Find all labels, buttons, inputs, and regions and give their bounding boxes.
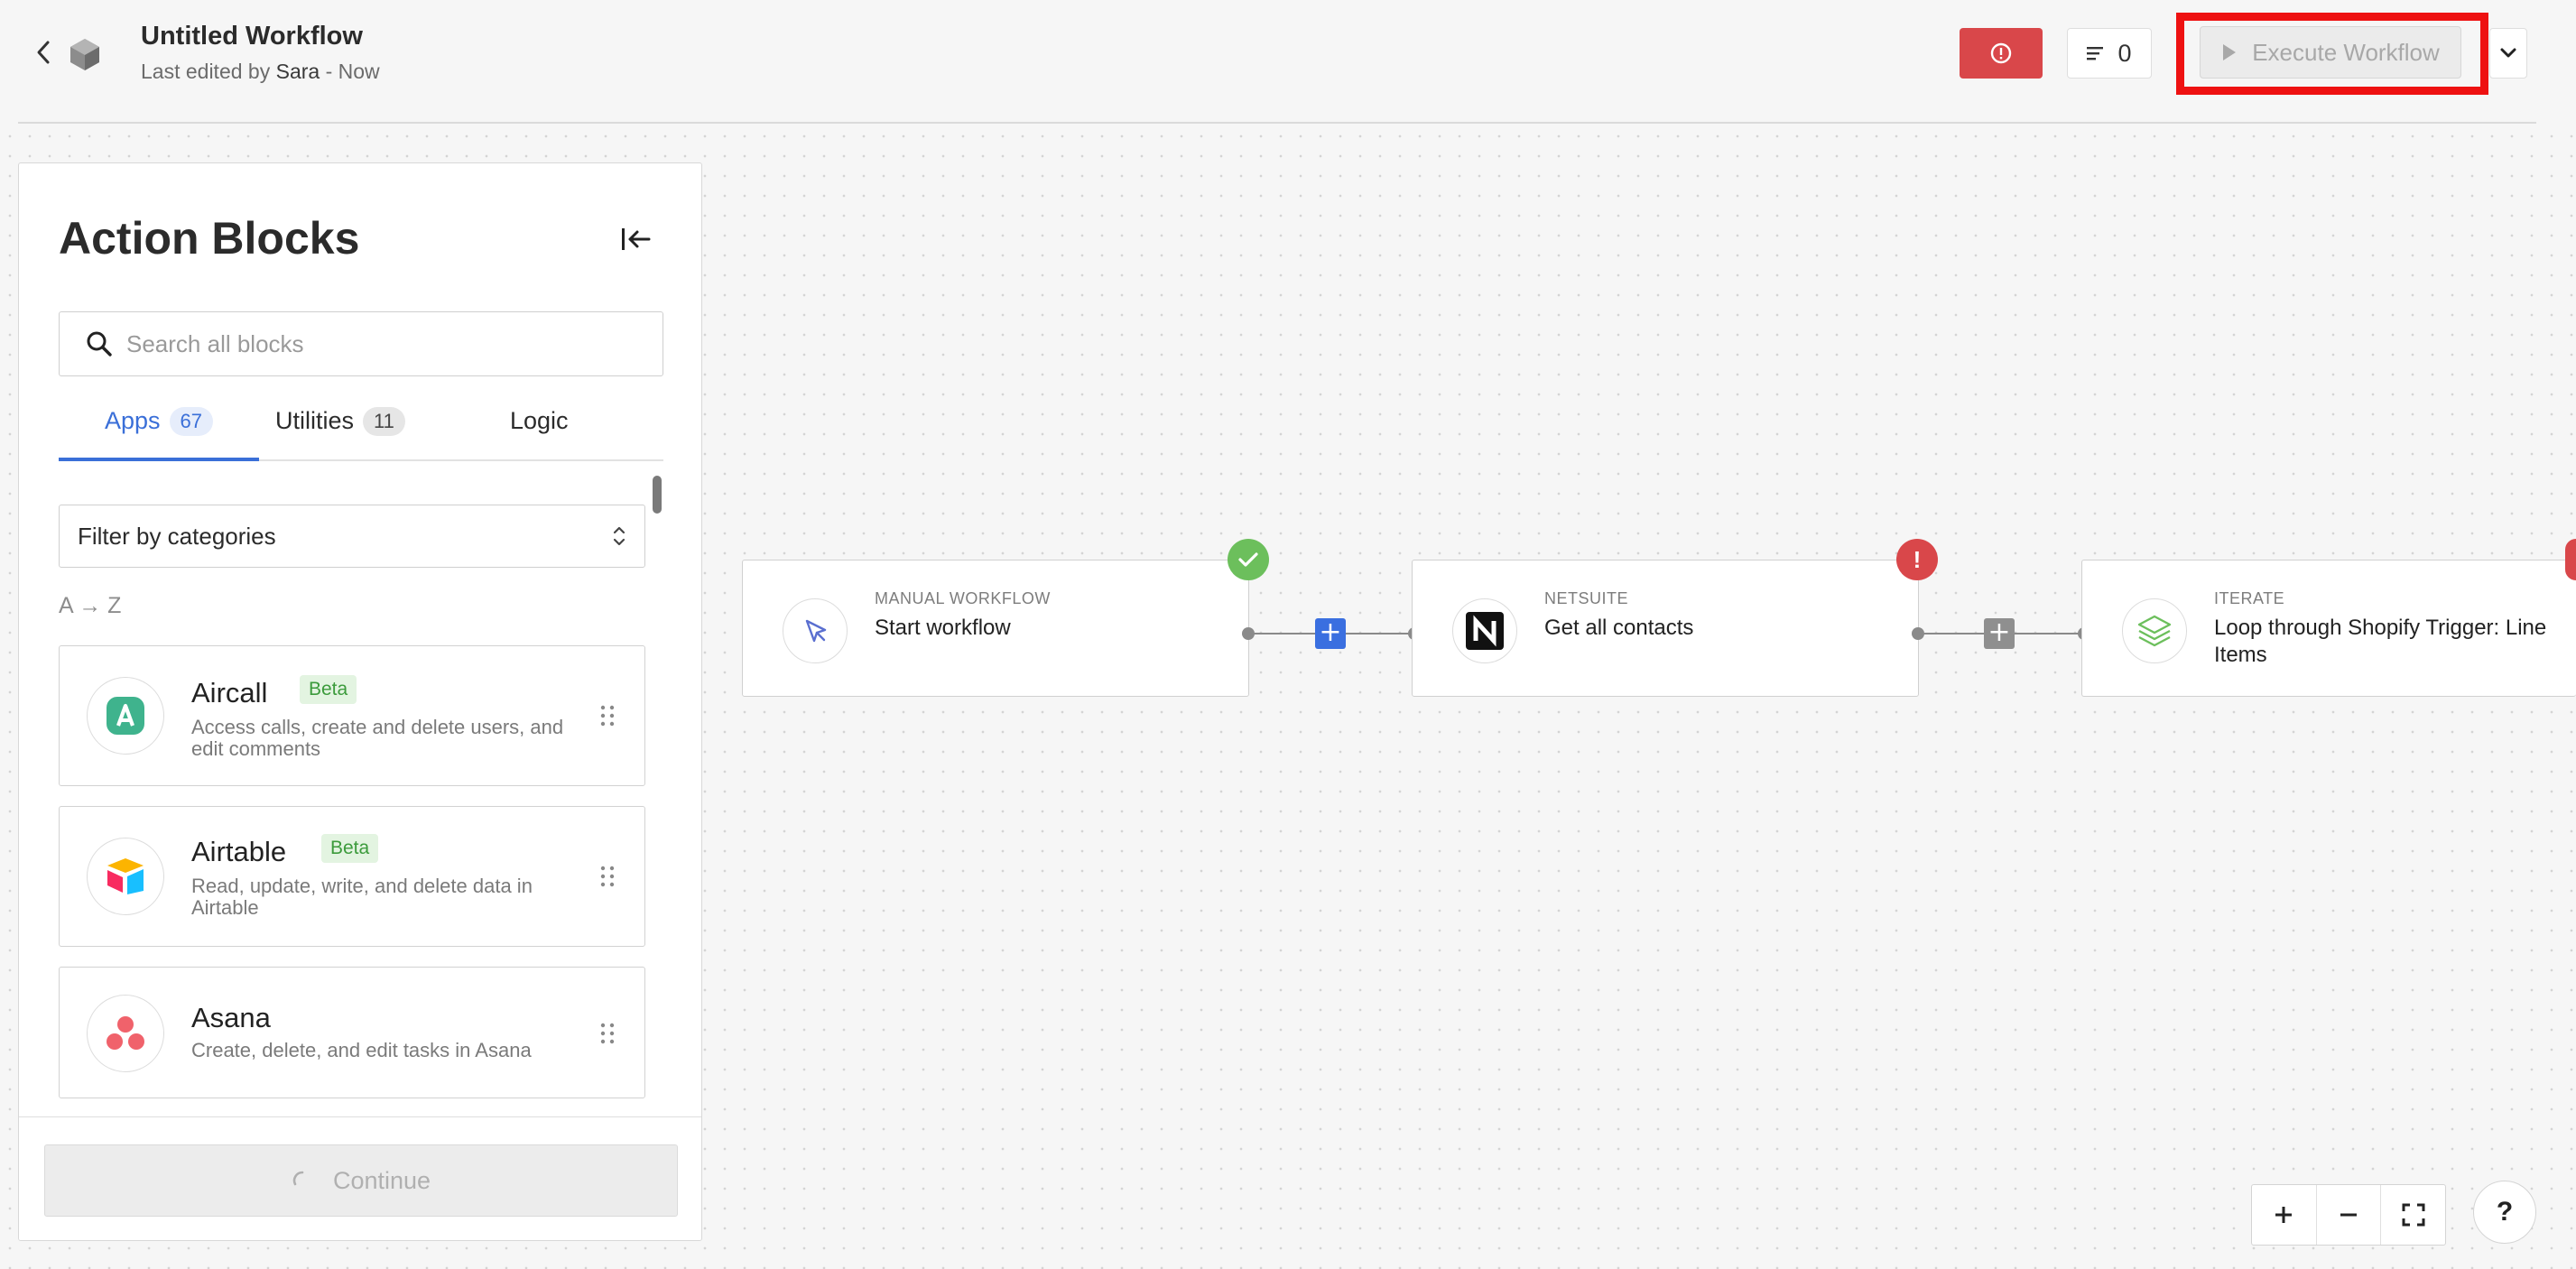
- execute-options-dropdown[interactable]: [2489, 28, 2527, 79]
- back-button[interactable]: [27, 34, 60, 70]
- zoom-in-button[interactable]: [2252, 1185, 2317, 1245]
- app-card-asana[interactable]: Asana Create, delete, and edit tasks in …: [59, 967, 645, 1098]
- app-card-airtable[interactable]: Airtable Beta Read, update, write, and d…: [59, 806, 645, 947]
- execute-workflow-button[interactable]: Execute Workflow: [2200, 26, 2461, 79]
- app-name: Aircall: [191, 677, 268, 709]
- error-symbol: !: [1913, 545, 1922, 573]
- node-error-badge-partial: [2565, 539, 2576, 580]
- layers-icon: [2122, 598, 2187, 663]
- help-label: ?: [2496, 1197, 2514, 1227]
- app-name: Asana: [191, 1002, 271, 1033]
- workflow-title[interactable]: Untitled Workflow: [141, 22, 363, 51]
- node-type: MANUAL WORKFLOW: [875, 589, 1051, 607]
- drag-handle-icon[interactable]: [599, 865, 616, 888]
- search-input[interactable]: [114, 312, 663, 375]
- asana-icon: [87, 995, 164, 1072]
- minus-icon: [2340, 1213, 2357, 1217]
- header-divider: [18, 122, 2536, 124]
- run-log-count: 0: [2117, 39, 2132, 67]
- netsuite-icon: [1452, 598, 1517, 663]
- fit-view-button[interactable]: [2381, 1185, 2445, 1245]
- node-success-badge: [1228, 539, 1269, 580]
- last-edited-time: - Now: [320, 60, 380, 83]
- last-edited-prefix: Last edited by: [141, 60, 276, 83]
- list-scrollbar[interactable]: [653, 476, 662, 514]
- beta-badge: Beta: [321, 834, 379, 863]
- help-button[interactable]: ?: [2473, 1181, 2536, 1244]
- drag-handle-icon[interactable]: [599, 704, 616, 727]
- app-description: Read, update, write, and delete data in …: [191, 875, 533, 919]
- fullscreen-icon: [2402, 1203, 2425, 1227]
- zoom-out-button[interactable]: [2317, 1185, 2382, 1245]
- drag-handle-icon[interactable]: [599, 1022, 616, 1045]
- search-icon: [87, 331, 112, 357]
- node-error-badge: !: [1896, 539, 1938, 580]
- cursor-icon: [783, 598, 848, 663]
- sort-order-label[interactable]: A → Z: [59, 593, 121, 619]
- last-edited-info: Last edited by Sara - Now: [141, 60, 380, 84]
- top-bar: Untitled Workflow Last edited by Sara - …: [0, 0, 2576, 124]
- errors-button[interactable]: [1960, 28, 2043, 79]
- node-label: Start workflow: [875, 616, 1011, 640]
- node-iterate[interactable]: ITERATE Loop through Shopify Trigger: Li…: [2081, 560, 2576, 697]
- tab-apps[interactable]: Apps 67: [59, 407, 259, 461]
- panel-title: Action Blocks: [59, 213, 360, 264]
- app-name: Airtable: [191, 836, 287, 867]
- add-step-button[interactable]: +: [1315, 618, 1346, 649]
- execute-workflow-label: Execute Workflow: [2252, 38, 2440, 66]
- tab-apps-label: Apps: [104, 407, 161, 434]
- node-label: Get all contacts: [1544, 616, 1694, 640]
- panel-footer: Continue: [19, 1116, 701, 1240]
- app-description: Create, delete, and edit tasks in Asana: [191, 1039, 532, 1061]
- category-filter-value: Filter by categories: [78, 522, 276, 550]
- alert-circle-icon: [1990, 42, 2012, 64]
- tab-utilities-label: Utilities: [275, 407, 355, 434]
- beta-badge: Beta: [300, 675, 357, 704]
- play-icon: [2223, 44, 2237, 60]
- category-filter-select[interactable]: Filter by categories: [59, 505, 645, 568]
- block-search[interactable]: [59, 311, 663, 376]
- tab-utilities[interactable]: Utilities 11: [275, 407, 405, 459]
- tab-logic-label: Logic: [510, 407, 569, 434]
- app-description: Access calls, create and delete users, a…: [191, 716, 564, 760]
- loading-spinner-icon: [292, 1171, 304, 1186]
- node-manual-workflow[interactable]: MANUAL WORKFLOW Start workflow: [742, 560, 1249, 697]
- check-icon: [1238, 552, 1258, 567]
- continue-button[interactable]: Continue: [44, 1144, 678, 1217]
- chevron-down-icon: [2500, 48, 2516, 58]
- plus-icon: [2275, 1207, 2293, 1223]
- last-edited-user: Sara: [275, 60, 320, 83]
- tab-logic[interactable]: Logic: [510, 407, 569, 459]
- run-log-button[interactable]: 0: [2067, 28, 2152, 79]
- zoom-controls: [2251, 1184, 2446, 1246]
- node-label: Loop through Shopify Trigger: Line Items: [2214, 616, 2547, 667]
- airtable-icon: [87, 838, 164, 915]
- aircall-icon: [87, 677, 164, 755]
- node-type: NETSUITE: [1544, 589, 1629, 607]
- chevron-left-icon: [37, 41, 50, 64]
- tab-apps-count: 67: [169, 407, 214, 436]
- add-step-button[interactable]: +: [1984, 618, 2015, 649]
- tab-utilities-count: 11: [363, 407, 405, 436]
- collapse-panel-icon[interactable]: [618, 223, 654, 255]
- action-blocks-panel: Action Blocks Apps 67 Utilities 11 Logic…: [18, 162, 702, 1241]
- list-icon: [2087, 47, 2104, 60]
- node-netsuite[interactable]: NETSUITE Get all contacts: [1412, 560, 1919, 697]
- continue-label: Continue: [332, 1166, 431, 1194]
- workflow-cube-icon: [70, 39, 99, 70]
- select-arrows-icon: [613, 526, 625, 546]
- node-type: ITERATE: [2214, 589, 2285, 607]
- app-card-aircall[interactable]: Aircall Beta Access calls, create and de…: [59, 645, 645, 786]
- block-tabs: Apps 67 Utilities 11 Logic: [59, 407, 663, 461]
